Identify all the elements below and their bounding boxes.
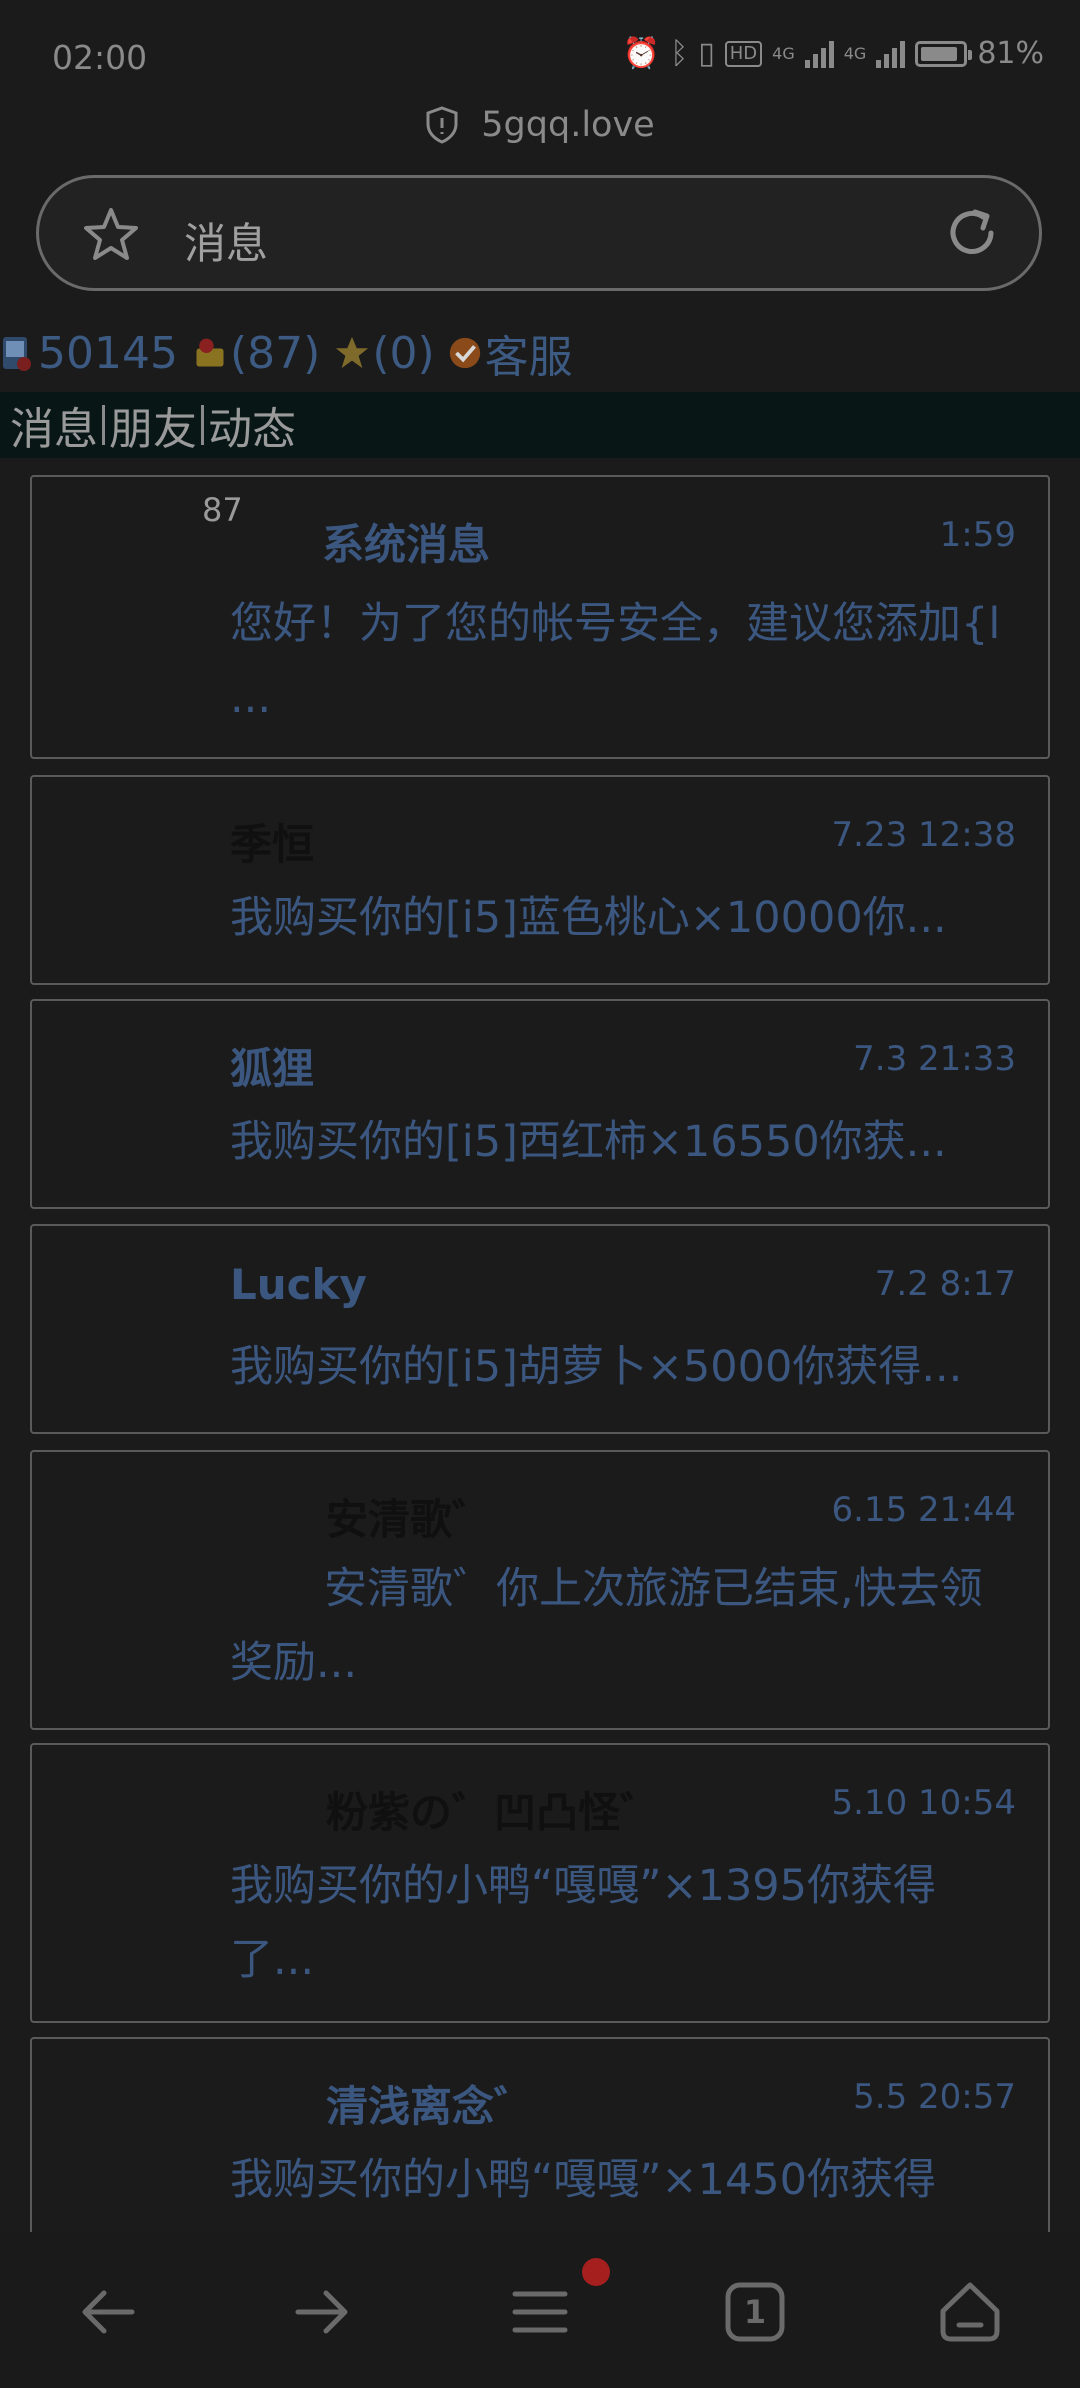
- unread-count: 87: [202, 491, 243, 529]
- home-button[interactable]: [930, 2272, 1010, 2352]
- network-label-2: 4G: [843, 44, 867, 63]
- address-text[interactable]: 消息: [184, 210, 268, 271]
- message-time: 7.3 21:33: [853, 1039, 1016, 1079]
- message-card[interactable]: Lucky 7.2 8:17 我购买你的[i5]胡萝卜×5000你获得...: [30, 1224, 1050, 1434]
- tab-messages[interactable]: 消息: [10, 393, 98, 457]
- refresh-icon[interactable]: [943, 204, 1001, 262]
- shield-icon: [426, 106, 458, 144]
- bag-count[interactable]: (87): [230, 328, 320, 379]
- battery-icon: [915, 40, 973, 67]
- battery-level: 81%: [977, 36, 1044, 71]
- back-button[interactable]: [68, 2272, 148, 2352]
- tab-friends[interactable]: 朋友: [109, 393, 197, 457]
- sender-name: 安清歌゛: [326, 1495, 495, 1544]
- status-icons: ⏰ ᛒ ▯ HD 4G 4G 81%: [623, 36, 1044, 71]
- tab-activity[interactable]: 动态: [208, 393, 296, 457]
- network-label-1: 4G: [772, 44, 795, 63]
- service-check-icon: [449, 337, 480, 369]
- menu-icon: [512, 2291, 568, 2333]
- signal-icon-2: [876, 40, 906, 68]
- vibrate-icon: ▯: [698, 36, 715, 71]
- arrow-right-icon: [295, 2290, 348, 2334]
- star-badge-icon: [336, 336, 369, 369]
- address-bar[interactable]: 消息: [36, 175, 1042, 291]
- phone-icon: [3, 337, 31, 371]
- nav-separator: [102, 405, 105, 445]
- message-preview: 我购买你的[i5]西红柿×16550你获...: [230, 1117, 947, 1167]
- browser-toolbar: 1: [0, 2232, 1080, 2388]
- message-card[interactable]: 季恒 7.23 12:38 我购买你的[i5]蓝色桃心×10000你...: [30, 775, 1050, 985]
- signal-icon: [804, 40, 834, 68]
- account-line: 50145 (87) (0) 客服: [0, 325, 573, 383]
- status-time: 02:00: [52, 38, 148, 77]
- gift-bag-icon: [196, 338, 224, 367]
- message-preview: 安清歌゛你上次旅游已结束,快去领奖励...: [230, 1564, 983, 1688]
- message-preview: 我购买你的小鸭“嘎嘎”×1450你获得: [230, 2155, 937, 2205]
- bluetooth-icon: ᛒ: [670, 36, 689, 71]
- sender-name: 系统消息: [322, 520, 491, 569]
- section-nav: 消息 朋友 动态: [0, 392, 1080, 458]
- hd-icon: HD: [724, 40, 763, 67]
- message-preview: 我购买你的小鸭“嘎嘎”×1395你获得了...: [230, 1861, 937, 1985]
- status-bar: 02:00 ⏰ ᛒ ▯ HD 4G 4G 81%: [0, 0, 1080, 110]
- site-domain-row: 5gqq.love: [0, 100, 1080, 150]
- message-card[interactable]: 粉紫の゛凹凸怪゛ 5.10 10:54 我购买你的小鸭“嘎嘎”×1395你获得了…: [30, 1743, 1050, 2023]
- message-preview: 我购买你的[i5]胡萝卜×5000你获得...: [230, 1342, 963, 1392]
- sender-name: Lucky: [230, 1260, 367, 1309]
- customer-service-link[interactable]: 客服: [485, 321, 573, 385]
- message-preview: 您好！为了您的帐号安全，建议您添加{l ...: [230, 599, 1001, 723]
- home-icon: [940, 2282, 1000, 2342]
- bookmark-star-icon[interactable]: [81, 206, 141, 264]
- tabs-button[interactable]: 1: [715, 2272, 795, 2352]
- message-time: 1:59: [939, 515, 1016, 555]
- sender-name: 狐狸: [230, 1044, 315, 1093]
- menu-notification-dot: [582, 2258, 610, 2286]
- message-time: 7.23 12:38: [831, 815, 1017, 855]
- site-domain: 5gqq.love: [481, 105, 655, 145]
- tabs-count: 1: [743, 2293, 767, 2331]
- message-time: 5.5 20:57: [853, 2077, 1016, 2117]
- message-card[interactable]: 安清歌゛ 6.15 21:44 安清歌゛你上次旅游已结束,快去领奖励...: [30, 1450, 1050, 1730]
- sender-name: 粉紫の゛凹凸怪゛: [326, 1788, 663, 1837]
- star-count[interactable]: (0): [372, 328, 434, 379]
- menu-button[interactable]: [500, 2272, 580, 2352]
- message-card[interactable]: 87 系统消息 1:59 您好！为了您的帐号安全，建议您添加{l ...: [30, 475, 1050, 759]
- account-id[interactable]: 50145: [38, 328, 178, 379]
- message-time: 7.2 8:17: [874, 1264, 1016, 1304]
- nav-separator: [201, 405, 204, 445]
- alarm-icon: ⏰: [622, 36, 661, 71]
- sender-name: 季恒: [230, 820, 315, 869]
- message-time: 6.15 21:44: [831, 1490, 1017, 1530]
- forward-button[interactable]: [282, 2272, 362, 2352]
- message-preview: 我购买你的[i5]蓝色桃心×10000你...: [230, 893, 947, 943]
- message-time: 5.10 10:54: [831, 1783, 1017, 1823]
- sender-name: 清浅离念゛: [326, 2082, 537, 2131]
- arrow-left-icon: [82, 2290, 135, 2334]
- message-card[interactable]: 狐狸 7.3 21:33 我购买你的[i5]西红柿×16550你获...: [30, 999, 1050, 1209]
